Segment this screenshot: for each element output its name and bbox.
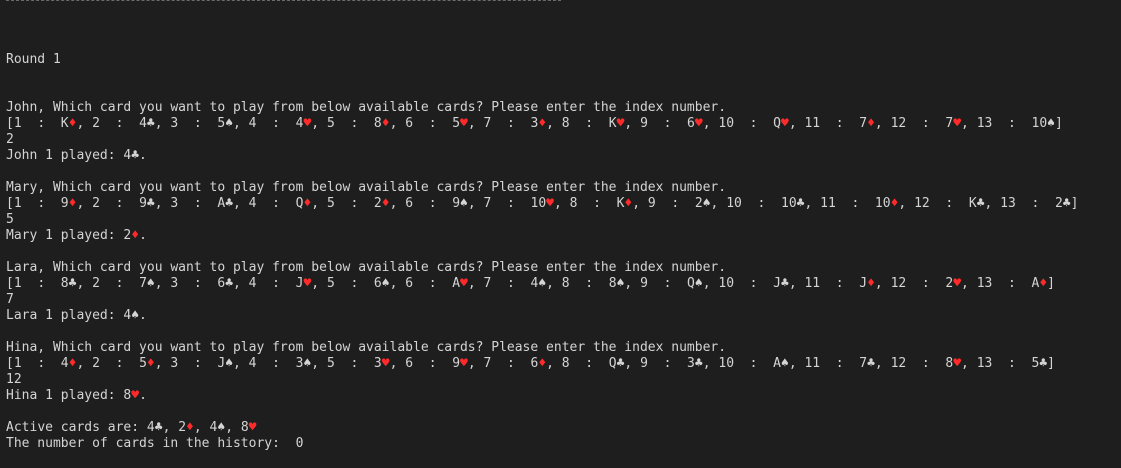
input-line: 7 [6,292,14,307]
prompt-line: Mary, Which card you want to play from b… [6,180,727,195]
result-line: Lara 1 played: 4♠. [6,308,147,323]
prompt-line: John, Which card you want to play from b… [6,100,727,115]
summary-line: Active cards are: 4♣, 2♦, 4♠, 8♥ [6,420,257,435]
divider-line [6,0,561,1]
prompt-line: Hina, Which card you want to play from b… [6,340,727,355]
hand-line: [1 : 9♦, 2 : 9♣, 3 : A♣, 4 : Q♦, 5 : 2♦,… [6,196,1079,211]
prompt-line: Lara, Which card you want to play from b… [6,260,727,275]
hand-line: [1 : 4♦, 2 : 5♦, 3 : J♠, 4 : 3♠, 5 : 3♥,… [6,356,1055,371]
summary-line: The number of cards in the history: 0 [6,436,304,451]
hand-line: [1 : 8♣, 2 : 7♠, 3 : 6♣, 4 : J♥, 5 : 6♠,… [6,276,1055,291]
result-line: Mary 1 played: 2♦. [6,228,147,243]
input-line: 2 [6,132,14,147]
result-line: Hina 1 played: 8♥. [6,388,147,403]
input-line: 12 [6,372,22,387]
terminal-window[interactable]: Round 1 John, Which card you want to play… [6,0,1116,451]
input-line: 5 [6,212,14,227]
result-line: John 1 played: 4♣. [6,148,147,163]
round-header: Round 1 [6,52,61,67]
terminal-output: Round 1 John, Which card you want to play… [6,52,1116,452]
hand-line: [1 : K♦, 2 : 4♣, 3 : 5♠, 4 : 4♥, 5 : 8♦,… [6,116,1063,131]
